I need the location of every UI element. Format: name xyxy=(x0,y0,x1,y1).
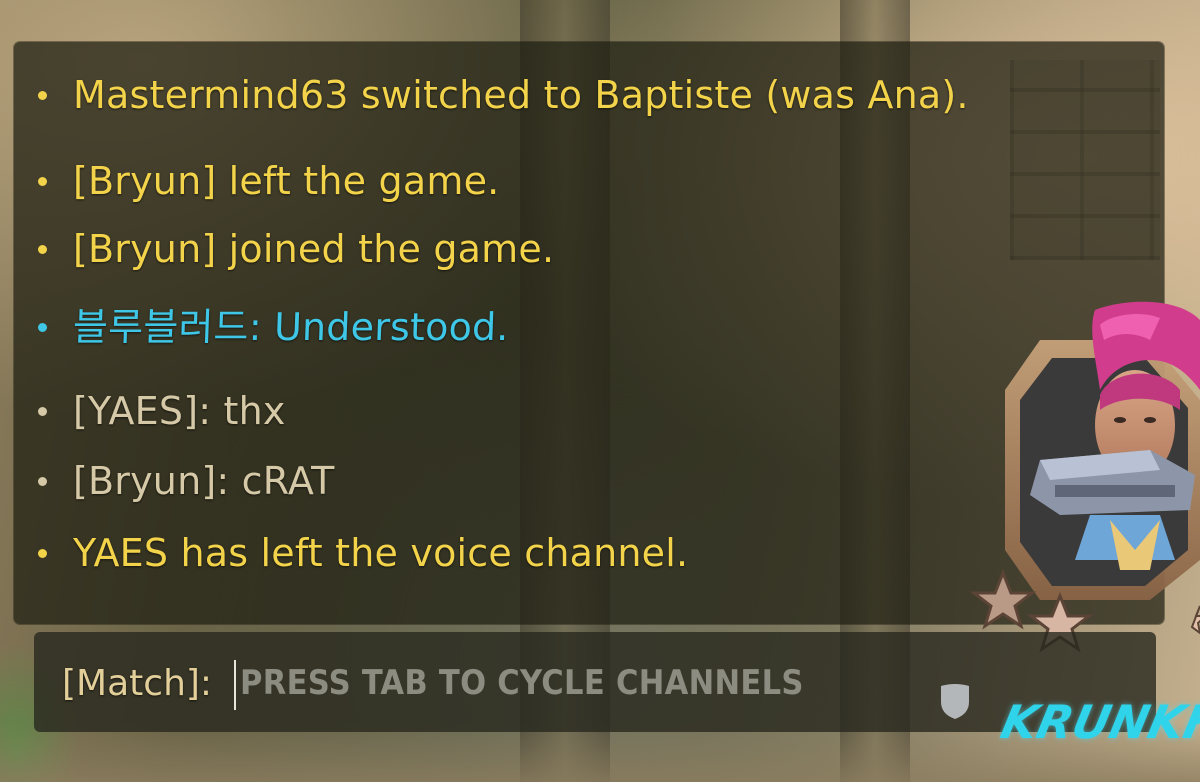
message-bullet-icon xyxy=(38,548,47,558)
shield-icon[interactable] xyxy=(938,682,972,720)
chat-message-text: [Bryun] joined the game. xyxy=(73,227,555,271)
chat-message: YAES has left the voice channel. xyxy=(30,530,688,576)
chat-input-bar[interactable]: [Match]: xyxy=(34,632,1156,732)
chat-message: 블루블러드: Understood. xyxy=(30,304,509,350)
player-name-watermark: KRUNKFO xyxy=(996,695,1200,749)
chat-message-text: Mastermind63 switched to Baptiste (was A… xyxy=(73,73,969,117)
chat-message-text: YAES has left the voice channel. xyxy=(73,531,689,575)
chat-log-panel[interactable]: Mastermind63 switched to Baptiste (was A… xyxy=(14,42,1164,624)
chat-message-text: [Bryun] left the game. xyxy=(73,159,500,203)
chat-message: Mastermind63 switched to Baptiste (was A… xyxy=(30,72,969,118)
chat-message-text: [YAES]: thx xyxy=(73,389,286,433)
chat-message-text: [Bryun]: cRAT xyxy=(73,459,335,503)
chat-message: [Bryun] left the game. xyxy=(30,158,499,204)
message-bullet-icon xyxy=(38,244,47,254)
chat-input[interactable] xyxy=(240,654,940,712)
chat-message: [Bryun]: cRAT xyxy=(30,458,335,504)
message-bullet-icon xyxy=(38,322,47,332)
message-bullet-icon xyxy=(38,406,47,416)
chat-message: [YAES]: thx xyxy=(30,388,286,434)
chat-channel-label[interactable]: [Match]: xyxy=(62,662,212,706)
message-bullet-icon xyxy=(38,476,47,486)
chat-message-list: Mastermind63 switched to Baptiste (was A… xyxy=(14,42,1164,624)
zarya-portrait-icon xyxy=(1000,300,1200,600)
message-bullet-icon xyxy=(38,176,47,186)
message-bullet-icon xyxy=(38,90,47,100)
chat-message-text: 블루블러드: Understood. xyxy=(72,305,510,349)
text-caret xyxy=(234,660,236,710)
chat-message: [Bryun] joined the game. xyxy=(30,226,554,272)
